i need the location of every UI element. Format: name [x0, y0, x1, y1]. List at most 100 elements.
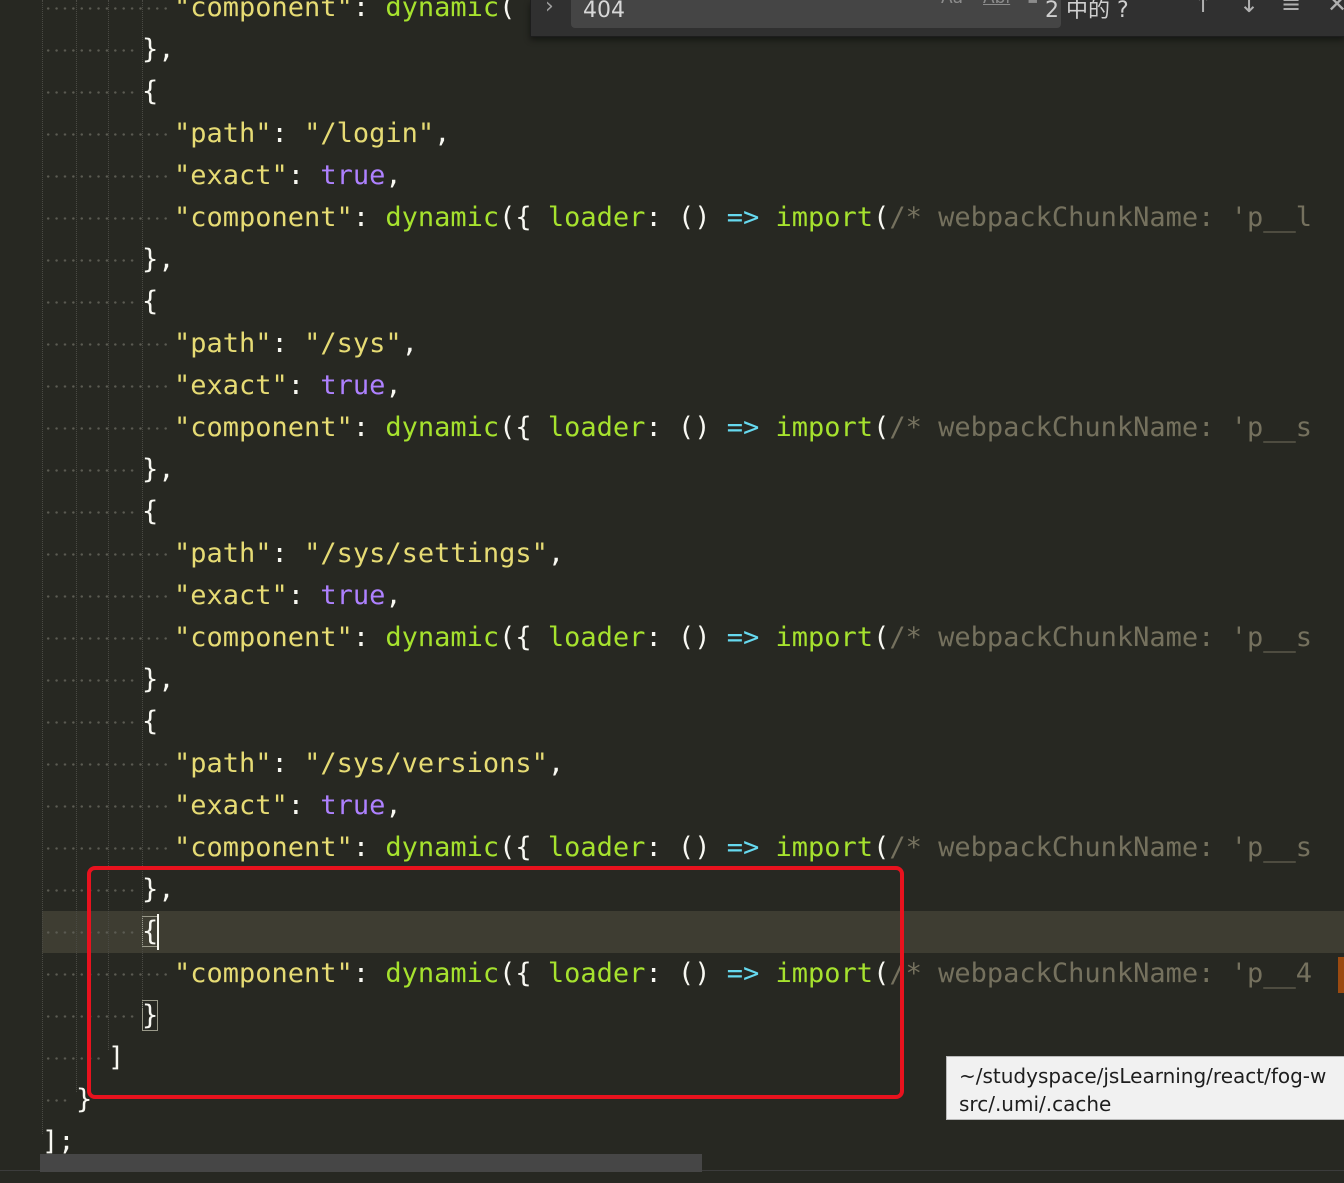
code-token: loader: [547, 412, 646, 443]
code-line[interactable]: "path": "/sys",: [0, 323, 1344, 365]
indent-whitespace-dots: [44, 133, 168, 136]
code-line[interactable]: "component": dynamic({ loader: () => imp…: [0, 827, 1344, 869]
indent-whitespace-dots: [44, 763, 168, 766]
code-text: "exact": true,: [174, 575, 402, 617]
code-token: ,: [385, 370, 402, 401]
indent-whitespace-dots: [44, 805, 168, 808]
indent-whitespace-dots: [44, 847, 168, 850]
chevron-right-icon[interactable]: ›: [545, 0, 554, 19]
code-token: {: [142, 76, 159, 107]
code-token: "component": [174, 0, 353, 23]
code-token: dynamic: [385, 412, 500, 443]
code-token: import: [775, 412, 874, 443]
code-token: "/sys": [304, 328, 402, 359]
previous-match-icon[interactable]: ↑: [1193, 0, 1213, 18]
code-line[interactable]: },: [0, 449, 1344, 491]
next-match-icon[interactable]: ↓: [1239, 0, 1259, 18]
find-in-selection-icon[interactable]: ≡: [1281, 0, 1301, 18]
code-token: :: [352, 412, 386, 443]
code-line[interactable]: {: [0, 281, 1344, 323]
close-icon[interactable]: ✕: [1327, 0, 1344, 18]
code-line[interactable]: "exact": true,: [0, 155, 1344, 197]
find-match-highlight: [1338, 957, 1344, 993]
code-token: :: [271, 328, 305, 359]
code-line[interactable]: {: [0, 491, 1344, 533]
code-token: (: [873, 202, 890, 233]
indent-whitespace-dots: [44, 7, 168, 10]
code-line[interactable]: "exact": true,: [0, 575, 1344, 617]
code-token: /* webpackChunkName: 'p__s: [889, 622, 1312, 653]
code-text: "component": dynamic({ loader: () => imp…: [174, 827, 1312, 869]
code-token: ,: [401, 328, 418, 359]
code-line[interactable]: "path": "/sys/versions",: [0, 743, 1344, 785]
code-text: {: [142, 71, 158, 113]
code-line[interactable]: {: [0, 701, 1344, 743]
code-text: },: [142, 449, 175, 491]
code-token: ,: [385, 160, 402, 191]
code-line[interactable]: "component": dynamic({ loader: () => imp…: [0, 197, 1344, 239]
code-line[interactable]: "path": "/sys/settings",: [0, 533, 1344, 575]
code-text: "component": dynamic(: [174, 0, 515, 29]
code-token: "component": [174, 202, 353, 233]
code-token: ,: [547, 538, 565, 569]
find-input-box[interactable]: Aa Abl ▪*: [571, 0, 1061, 28]
code-text: {: [142, 491, 158, 533]
code-token: :: [271, 118, 305, 149]
code-token: loader: [547, 832, 646, 863]
indent-whitespace-dots: [44, 679, 136, 682]
code-token: ({: [499, 622, 548, 653]
code-line[interactable]: },: [0, 239, 1344, 281]
find-input[interactable]: [583, 0, 883, 23]
file-path-tooltip: ~/studyspace/jsLearning/react/fog-w src/…: [946, 1056, 1344, 1120]
code-token: import: [775, 622, 874, 653]
code-token: true: [320, 160, 386, 191]
match-case-button[interactable]: Aa: [941, 0, 963, 8]
annotation-highlight-box: [87, 866, 904, 1099]
code-token: :: [287, 580, 321, 611]
code-token: ,: [385, 580, 402, 611]
indent-whitespace-dots: [44, 553, 168, 556]
code-text: },: [142, 239, 175, 281]
code-token: =>: [726, 832, 760, 863]
code-token: {: [142, 286, 159, 317]
code-token: true: [320, 370, 386, 401]
code-line[interactable]: },: [0, 659, 1344, 701]
match-count: 2 中的 ?: [1045, 0, 1129, 23]
code-text: {: [142, 701, 158, 743]
code-token: import: [775, 202, 874, 233]
code-token: =>: [726, 622, 760, 653]
code-token: import: [775, 832, 874, 863]
code-line[interactable]: "exact": true,: [0, 785, 1344, 827]
indent-whitespace-dots: [44, 469, 136, 472]
indent-whitespace-dots: [44, 217, 168, 220]
code-token: "path": [174, 538, 272, 569]
code-token: =>: [726, 412, 760, 443]
code-token: },: [142, 244, 175, 275]
code-token: "/sys/versions": [304, 748, 548, 779]
code-line[interactable]: "component": dynamic({ loader: () => imp…: [0, 407, 1344, 449]
code-text: },: [142, 29, 175, 71]
indent-whitespace-dots: [44, 721, 136, 724]
code-line[interactable]: {: [0, 71, 1344, 113]
indent-guide: [76, 0, 77, 1092]
code-token: "exact": [174, 160, 288, 191]
code-token: /* webpackChunkName: 'p__l: [889, 202, 1312, 233]
code-token: ({: [499, 412, 548, 443]
indent-guide: [142, 0, 143, 1008]
code-line[interactable]: "component": dynamic({ loader: () => imp…: [0, 617, 1344, 659]
whole-word-button[interactable]: Abl: [983, 0, 1010, 8]
code-token: :: [271, 538, 305, 569]
code-token: : (): [645, 202, 727, 233]
tooltip-line: ~/studyspace/jsLearning/react/fog-w: [959, 1064, 1327, 1088]
indent-whitespace-dots: [44, 427, 168, 430]
code-text: "exact": true,: [174, 785, 402, 827]
code-line[interactable]: "path": "/login",: [0, 113, 1344, 155]
code-text: "path": "/sys/settings",: [174, 533, 564, 575]
code-token: true: [320, 580, 386, 611]
code-token: ,: [385, 790, 402, 821]
horizontal-scrollbar-thumb[interactable]: [40, 1154, 702, 1172]
code-line[interactable]: "exact": true,: [0, 365, 1344, 407]
code-token: "exact": [174, 790, 288, 821]
